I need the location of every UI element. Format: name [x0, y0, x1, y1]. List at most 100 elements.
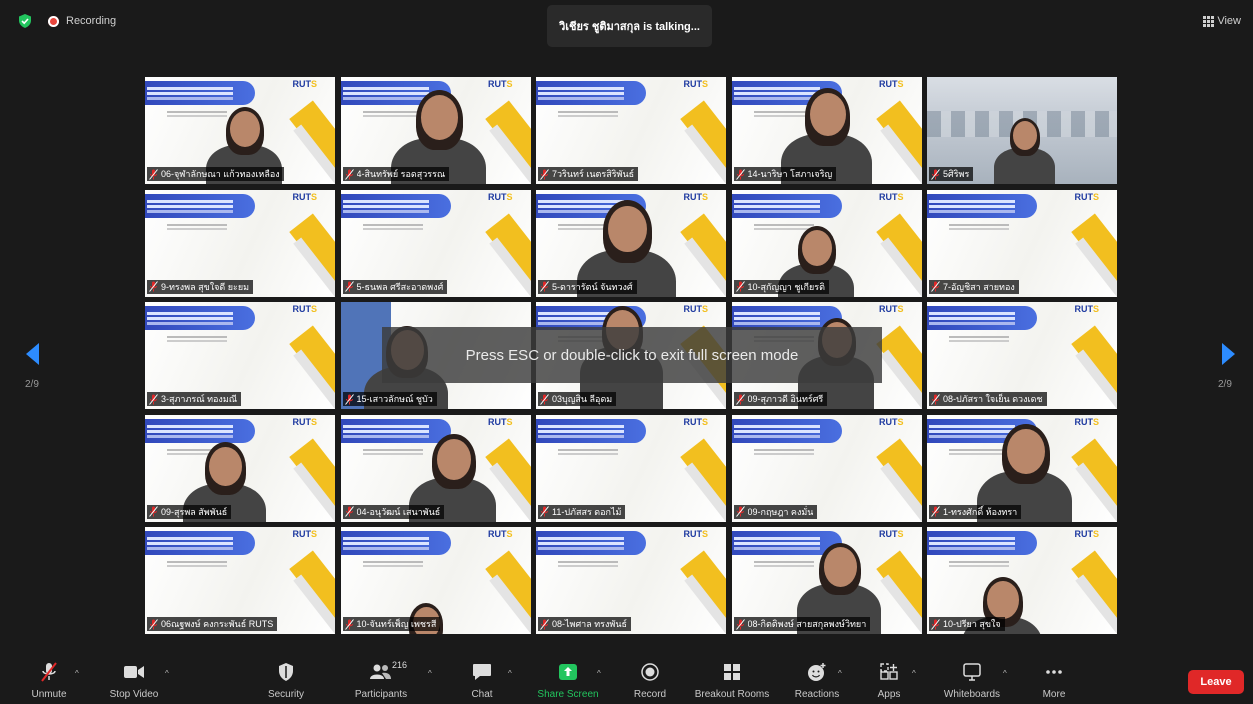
reactions-smiley-icon — [807, 662, 827, 682]
unmute-button[interactable]: Unmute — [27, 654, 71, 704]
participant-name: 09-สุภาวดี อินทร์ศรี — [747, 394, 824, 404]
chat-button[interactable]: Chat — [465, 654, 499, 704]
participant-name-tag: 3-สุภาภรณ์ ทองมณี — [147, 392, 242, 406]
reactions-label: Reactions — [794, 689, 840, 700]
microphone-muted-icon — [735, 618, 745, 630]
microphone-muted-icon — [540, 281, 549, 292]
share-options-caret-icon[interactable]: ^ — [597, 669, 601, 678]
participant-name-tag: 09-สุรพล สัพพันธ์ — [147, 504, 232, 519]
participant-tile[interactable]: RUTS 06-จุฬาลักษณา แก้วทองเหลือง — [145, 77, 335, 184]
video-options-caret-icon[interactable]: ^ — [165, 669, 169, 678]
participant-tile[interactable]: RUTS 09-กฤษฎา คงมั่น — [731, 414, 922, 522]
slide-header-band — [927, 531, 1037, 555]
apps-caret-icon[interactable]: ^ — [912, 669, 916, 678]
participant-tile[interactable]: RUTS 04-อนุวัฒน์ เสนาพันธ์ — [340, 414, 531, 522]
microphone-muted-icon — [931, 281, 940, 292]
participant-name: 10-ปรียา สุขใจ — [943, 619, 1001, 629]
breakout-rooms-button[interactable]: Breakout Rooms — [690, 654, 774, 704]
leave-button[interactable]: Leave — [1188, 670, 1244, 694]
shield-check-icon[interactable] — [18, 14, 32, 28]
participants-button[interactable]: 216 Participants — [350, 654, 412, 704]
share-screen-label: Share Screen — [537, 689, 599, 700]
reactions-button[interactable]: Reactions — [792, 654, 842, 704]
participant-name-tag: 7-อัญชิสา สายทอง — [929, 279, 1019, 294]
slide-header-band — [731, 418, 842, 443]
whiteboards-caret-icon[interactable]: ^ — [1003, 669, 1007, 678]
participant-tile[interactable]: RUTS 10-ปรียา สุขใจ — [927, 527, 1117, 634]
slide-header-band — [340, 418, 451, 443]
more-button[interactable]: More — [1038, 654, 1070, 704]
slide-header-band — [145, 531, 255, 555]
participant-name: 3-สุภาภรณ์ ทองมณี — [161, 394, 238, 404]
microphone-muted-icon — [149, 393, 158, 405]
stop-video-button[interactable]: Stop Video — [104, 654, 164, 704]
ruts-logo: RUTS — [1074, 304, 1099, 314]
participant-name: 10-สุกัญญา ชูเกียรติ — [747, 281, 825, 292]
previous-page-arrow-icon[interactable] — [24, 342, 40, 366]
security-label: Security — [267, 689, 305, 700]
participant-name-tag: 09-กฤษฎา คงมั่น — [733, 504, 818, 519]
microphone-muted-icon — [735, 506, 745, 517]
participant-tile[interactable]: RUTS 4-สินทรัพย์ รอดสุวรรณ — [340, 77, 531, 184]
ruts-logo: RUTS — [487, 529, 513, 539]
ruts-logo: RUTS — [683, 304, 708, 314]
participant-name-tag: 03บุญสิน ลีอุดม — [538, 392, 617, 406]
slide-text-lines — [753, 561, 814, 563]
ruts-logo: RUTS — [683, 529, 708, 539]
share-screen-arrow-icon — [558, 662, 578, 682]
microphone-muted-icon — [540, 168, 549, 180]
participant-tile[interactable]: RUTS 11-ปภัสสร ดอกไม้ — [536, 414, 726, 522]
participant-tile[interactable]: RUTS 10-จันทร์เพ็ญ เพชรสี — [340, 527, 531, 634]
participant-tile[interactable]: RUTS 5-ธนพล ศรีสะอาดพงศ์ — [340, 189, 531, 297]
participant-tile[interactable]: RUTS 08-ไพศาล ทรงพันธ์ — [536, 527, 726, 634]
participant-name: 15-เสาวลักษณ์ ชูบัว — [356, 394, 433, 404]
participant-name: 06-จุฬาลักษณา แก้วทองเหลือง — [161, 169, 280, 179]
participant-tile[interactable]: RUTS 09-สุรพล สัพพันธ์ — [145, 414, 335, 522]
participant-name: 5ศิริพร — [943, 169, 970, 179]
participant-tile[interactable]: RUTS 7-อัญชิสา สายทอง — [927, 189, 1117, 297]
participant-name-tag: 06-จุฬาลักษณา แก้วทองเหลือง — [147, 167, 284, 181]
reactions-caret-icon[interactable]: ^ — [838, 669, 842, 678]
participants-icon: 216 — [370, 660, 407, 682]
participant-tile[interactable]: RUTS 9-ทรงพล สุขใจดี ยะยม — [145, 189, 335, 297]
breakout-rooms-label: Breakout Rooms — [694, 689, 770, 700]
record-button[interactable]: Record — [630, 654, 670, 704]
participant-name-tag: 5ศิริพร — [929, 167, 974, 181]
security-button[interactable]: Security — [264, 654, 308, 704]
participant-tile[interactable]: RUTS 08-ปภัสรา ใจเย็น ดวงเดช — [927, 302, 1117, 409]
slide-text-lines — [558, 111, 618, 113]
microphone-muted-icon — [149, 281, 158, 292]
slide-header-band — [340, 193, 451, 218]
apps-button[interactable]: Apps — [873, 654, 905, 704]
participant-name-tag: 9-ทรงพล สุขใจดี ยะยม — [147, 279, 254, 294]
participant-name-tag: 7วรินทร์ เนตรสิริพันธ์ — [538, 167, 639, 181]
participant-tile[interactable]: RUTS 1-ทรงศักดิ์ ห้องทรา — [927, 414, 1117, 522]
participant-name-tag: 10-จันทร์เพ็ญ เพชรสี — [342, 617, 441, 631]
participant-name: 5-ธนพล ศรีสะอาดพงศ์ — [356, 281, 444, 292]
slide-text-lines — [167, 223, 227, 226]
more-label: More — [1042, 689, 1066, 700]
participant-tile[interactable]: RUTS 14-นาริษา โสภาเจริญ — [731, 77, 922, 184]
participant-name-tag: 10-ปรียา สุขใจ — [929, 617, 1005, 631]
slide-text-lines — [362, 111, 423, 113]
participants-caret-icon[interactable]: ^ — [428, 669, 432, 678]
participant-tile[interactable]: 5ศิริพร — [927, 77, 1117, 184]
participant-tile[interactable]: RUTS 3-สุภาภรณ์ ทองมณี — [145, 302, 335, 409]
participant-tile[interactable]: RUTS 7วรินทร์ เนตรสิริพันธ์ — [536, 77, 726, 184]
participant-name: 09-สุรพล สัพพันธ์ — [161, 506, 228, 517]
view-button[interactable]: View — [1203, 15, 1241, 27]
microphone-muted-icon — [735, 281, 745, 292]
participant-tile[interactable]: RUTS 5-ดารารัตน์ จันทวงศ์ — [536, 189, 726, 297]
participant-tile[interactable]: RUTS 08-กิตติพงษ์ สายสกุลพงษ์วิทยา — [731, 527, 922, 634]
share-screen-button[interactable]: Share Screen — [533, 654, 603, 704]
microphone-muted-icon — [149, 618, 158, 630]
microphone-muted-icon — [735, 393, 745, 405]
participant-tile[interactable]: RUTS 10-สุกัญญา ชูเกียรติ — [731, 189, 922, 297]
chat-caret-icon[interactable]: ^ — [508, 669, 512, 678]
participant-tile[interactable]: RUTS 06ณฐพงษ์ คงกระพันธ์ RUTS — [145, 527, 335, 634]
audio-options-caret-icon[interactable]: ^ — [75, 669, 79, 678]
slide-header-band — [927, 306, 1037, 330]
next-page-arrow-icon[interactable] — [1221, 342, 1237, 366]
whiteboards-button[interactable]: Whiteboards — [938, 654, 1006, 704]
slide-text-lines — [949, 336, 1009, 338]
